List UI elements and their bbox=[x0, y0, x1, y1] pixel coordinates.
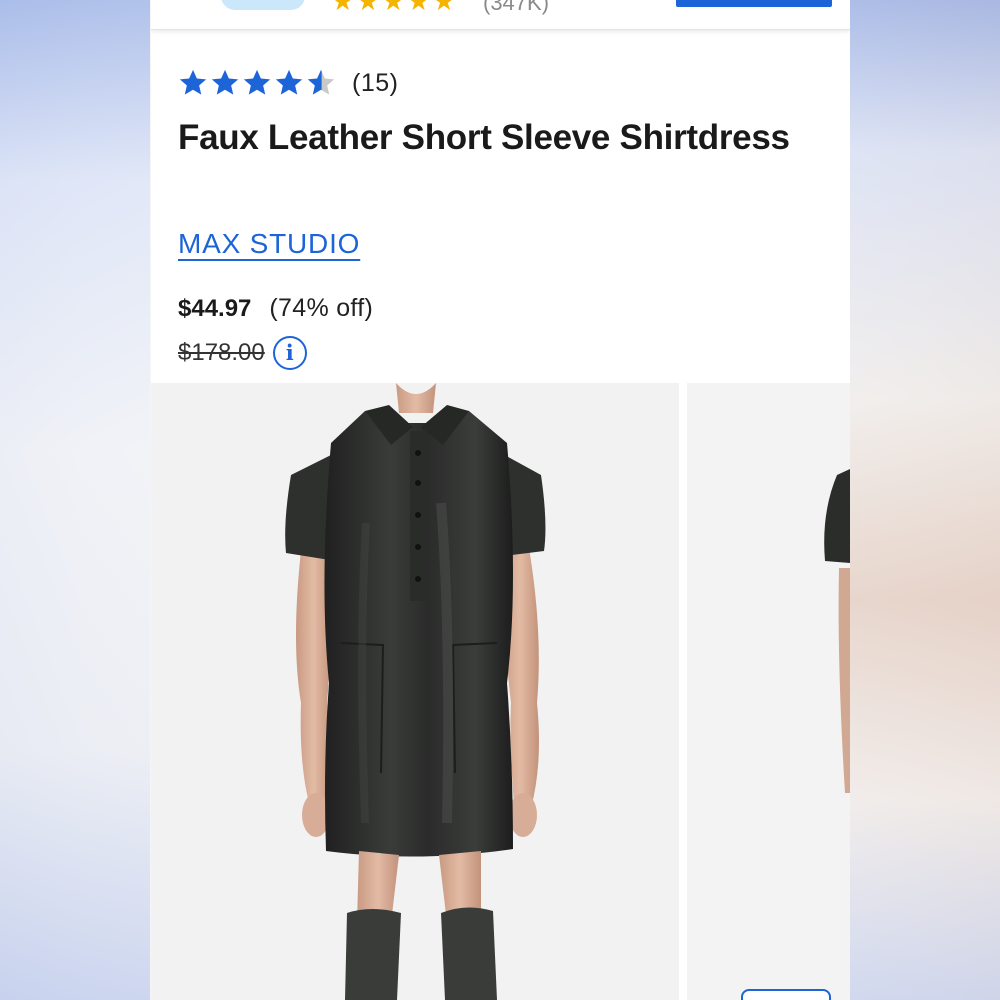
model-dress-side-photo bbox=[824, 469, 850, 793]
product-image-secondary[interactable] bbox=[687, 383, 850, 1000]
star-icon bbox=[243, 69, 271, 95]
discount-percent: (74% off) bbox=[269, 294, 374, 322]
app-rating-stars: ★★★★★ bbox=[331, 0, 458, 16]
product-image-gallery[interactable] bbox=[151, 383, 850, 1000]
product-rating[interactable]: (15) bbox=[178, 64, 398, 102]
review-count[interactable]: (15) bbox=[352, 69, 398, 98]
model-dress-photo bbox=[285, 383, 546, 1000]
original-price-row: $178.00 i bbox=[178, 336, 307, 370]
star-half-icon bbox=[307, 69, 335, 95]
gallery-next-thumbnail[interactable] bbox=[741, 989, 831, 1000]
star-icon bbox=[179, 69, 207, 95]
price-row: $44.97 (74% off) bbox=[178, 294, 373, 323]
product-page: ★★★★★ (347K) (15) Faux Leather Short Sle… bbox=[151, 0, 850, 1000]
product-image-main[interactable] bbox=[151, 383, 679, 1000]
star-icon bbox=[211, 69, 239, 95]
app-get-button[interactable] bbox=[676, 0, 832, 7]
product-title: Faux Leather Short Sleeve Shirtdress bbox=[178, 118, 790, 157]
info-icon[interactable]: i bbox=[272, 336, 307, 370]
app-logo[interactable] bbox=[221, 0, 305, 10]
rating-stars bbox=[178, 68, 336, 98]
background-right bbox=[850, 0, 1000, 1000]
app-rating-count: (347K) bbox=[483, 0, 550, 15]
star-icon bbox=[275, 69, 303, 95]
brand-link[interactable]: MAX STUDIO bbox=[178, 228, 360, 260]
background-left bbox=[0, 0, 150, 1000]
original-price: $178.00 bbox=[178, 339, 265, 366]
sale-price: $44.97 bbox=[178, 294, 252, 322]
app-banner: ★★★★★ (347K) bbox=[151, 0, 850, 30]
